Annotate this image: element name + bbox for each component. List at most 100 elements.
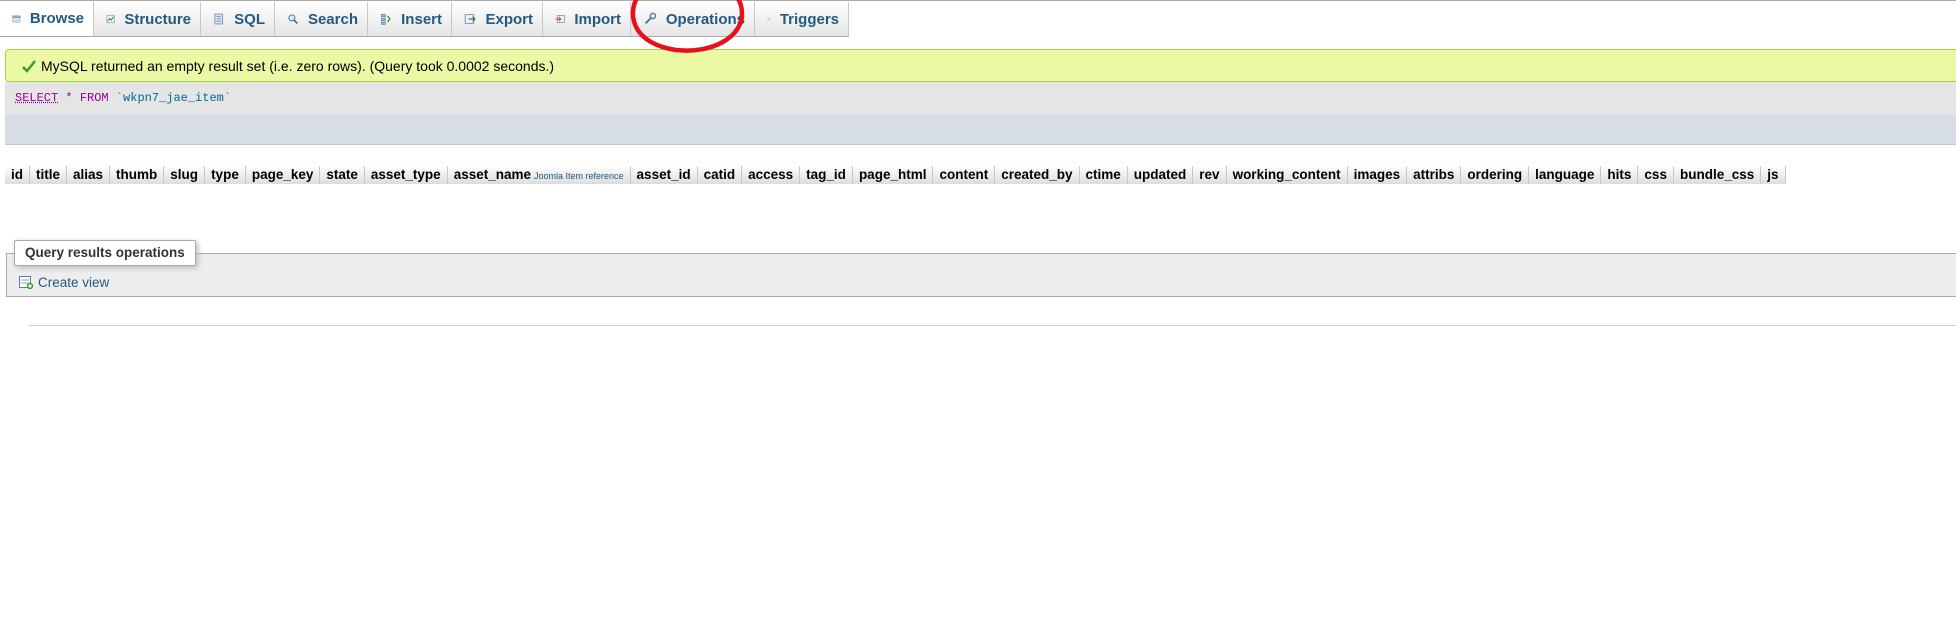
column-header-page-key[interactable]: page_key [245,166,321,184]
asset-name-reference-note: Joomla Item reference [534,171,624,181]
column-header-label: catid [703,167,736,182]
tab-triggers[interactable]: Triggers [755,2,849,36]
annotation-circle [630,0,745,53]
tab-label-browse: Browse [29,10,84,27]
column-header-css[interactable]: css [1638,166,1674,184]
column-header-images[interactable]: images [1347,166,1408,184]
column-header-id[interactable]: id [5,166,30,184]
tab-insert[interactable]: Insert [368,2,452,36]
divider-line [29,325,1956,326]
tab-export[interactable]: Export [452,2,543,36]
structure-icon [106,14,115,24]
column-header-tag-id[interactable]: tag_id [800,166,853,184]
column-header-label: attribs [1413,167,1455,182]
success-message-text: MySQL returned an empty result set (i.e.… [41,57,555,74]
column-header-label: page_key [251,167,314,182]
tab-label-search: Search [307,10,358,28]
column-header-language[interactable]: language [1529,166,1602,184]
results-header-row: id title alias thumb slug type page_key state as… [5,166,1786,184]
tab-structure[interactable]: Structure [94,2,201,36]
tab-import[interactable]: Import [543,2,631,36]
triggers-icon [767,17,771,21]
column-header-ctime[interactable]: ctime [1079,166,1128,184]
create-view-icon [19,276,34,290]
column-header-label: alias [73,167,104,182]
tab-search[interactable]: Search [275,2,368,36]
column-header-catid[interactable]: catid [697,166,743,184]
tab-label-import: Import [574,10,621,28]
tab-label-export: Export [485,10,533,28]
column-header-label: js [1767,167,1779,182]
top-menu-bar: Browse Structure SQL Search Insert Expor… [0,0,1956,37]
column-header-attribs[interactable]: attribs [1407,166,1462,184]
tab-label-structure: Structure [124,10,191,28]
column-header-label: tag_id [806,167,846,182]
column-header-label: thumb [116,167,158,182]
sql-star: * [65,91,73,105]
tab-label-insert: Insert [401,10,442,28]
column-header-label: access [748,167,794,182]
column-header-label: id [11,167,23,182]
insert-icon [381,14,391,25]
column-header-label: ctime [1085,167,1121,182]
column-header-label: rev [1199,167,1220,182]
column-header-label: bundle_css [1679,167,1755,182]
column-header-working-content[interactable]: working_content [1226,166,1348,184]
column-header-alias[interactable]: alias [67,166,111,184]
column-header-asset-name[interactable]: asset_name Joomla Item reference [447,166,631,184]
column-header-access[interactable]: access [742,166,801,184]
sql-keyword-from: FROM [79,91,109,105]
tab-label-sql: SQL [234,10,265,28]
create-view-link[interactable]: Create view [18,274,109,290]
tab-browse[interactable]: Browse [0,2,94,36]
tab-label-triggers: Triggers [779,10,839,28]
column-header-js[interactable]: js [1761,166,1786,184]
phpmyadmin-page: Browse Structure SQL Search Insert Expor… [0,0,1956,618]
column-header-bundle-css[interactable]: bundle_css [1673,166,1762,184]
column-header-type[interactable]: type [205,166,246,184]
column-header-label: content [939,167,989,182]
query-results-operations-legend: Query results operations [14,240,196,266]
column-header-label: state [326,167,358,182]
column-header-asset-id[interactable]: asset_id [630,166,698,184]
success-message: MySQL returned an empty result set (i.e.… [5,49,1956,82]
column-header-label: working_content [1232,167,1341,182]
import-icon [555,15,565,23]
column-header-label: ordering [1467,167,1523,182]
column-header-ordering[interactable]: ordering [1461,166,1530,184]
column-header-label: created_by [1001,167,1073,182]
column-header-label: asset_type [370,167,441,182]
create-view-label: Create view [38,274,110,290]
column-header-label: type [211,167,239,182]
sql-keyword-select[interactable]: SELECT [15,91,58,105]
column-header-label: language [1535,167,1595,182]
column-header-label: hits [1607,167,1632,182]
column-header-page-html[interactable]: page_html [852,166,934,184]
sql-query-toolbar [5,115,1956,145]
tab-sql[interactable]: SQL [201,2,275,36]
sql-query-box: SELECT * FROM `wkpn7_jae_item` [5,82,1956,115]
column-header-label: title [36,167,61,182]
column-header-label: images [1353,167,1401,182]
sql-table-name: `wkpn7_jae_item` [115,91,232,105]
column-header-label: updated [1133,167,1187,182]
browse-icon [12,15,21,22]
column-header-title[interactable]: title [30,166,68,184]
check-icon [22,59,36,73]
column-header-rev[interactable]: rev [1193,166,1227,184]
column-header-hits[interactable]: hits [1601,166,1639,184]
column-header-label: page_html [858,167,927,182]
column-header-label: css [1644,167,1667,182]
column-header-label: slug [170,167,199,182]
column-header-state[interactable]: state [320,166,365,184]
column-header-slug[interactable]: slug [164,166,206,184]
column-header-label: asset_id [636,167,691,182]
column-header-content[interactable]: content [933,166,996,184]
column-header-created-by[interactable]: created_by [995,166,1080,184]
export-icon [464,14,476,24]
column-header-thumb[interactable]: thumb [110,166,165,184]
sql-icon [214,13,223,25]
column-header-asset-type[interactable]: asset_type [364,166,448,184]
query-results-operations-panel [6,253,1956,297]
column-header-updated[interactable]: updated [1127,166,1194,184]
